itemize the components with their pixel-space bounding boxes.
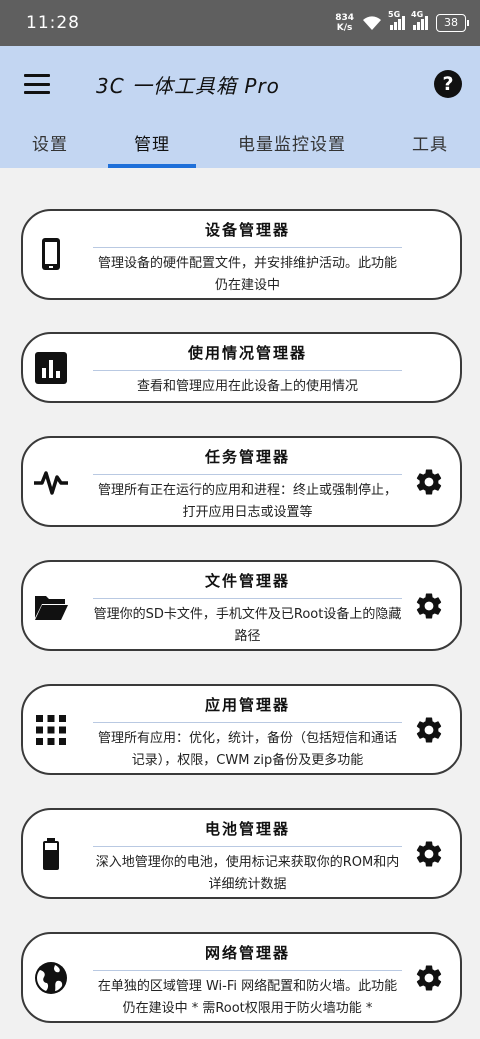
card-title: 网络管理器 (204, 944, 290, 962)
card-title: 任务管理器 (204, 448, 290, 466)
menu-icon[interactable] (24, 74, 50, 94)
card-title: 应用管理器 (204, 696, 290, 714)
card-divider (93, 474, 402, 475)
network-speed-value: 834 (335, 13, 354, 23)
card-title: 设备管理器 (204, 221, 290, 239)
tab-tools[interactable]: 工具 (396, 122, 464, 168)
tab-bar: 设置 管理 电量监控设置 工具 (0, 122, 480, 168)
phone-icon (33, 236, 69, 272)
tab-settings-label: 设置 (32, 135, 68, 155)
globe-icon (33, 960, 69, 996)
wifi-icon (363, 16, 381, 30)
card-divider (93, 247, 402, 248)
card-network-manager[interactable]: 网络管理器 在单独的区域管理 Wi-Fi 网络配置和防火墙。此功能仍在建设中 *… (21, 932, 462, 1023)
activity-pulse-icon (33, 464, 69, 500)
status-time: 11:28 (26, 13, 80, 33)
battery-icon (33, 836, 69, 872)
help-icon[interactable]: ? (434, 70, 462, 98)
card-description: 管理你的SD卡文件，手机文件及已Root设备上的隐藏路径 (93, 607, 402, 644)
card-description: 管理设备的硬件配置文件，并安排维护活动。此功能仍在建设中 (97, 256, 397, 293)
gear-icon[interactable] (414, 591, 444, 621)
card-title: 使用情况管理器 (187, 344, 307, 362)
tab-manage[interactable]: 管理 (108, 122, 196, 168)
sim2-label: 4G (411, 10, 424, 19)
card-device-manager[interactable]: 设备管理器 管理设备的硬件配置文件，并安排维护活动。此功能仍在建设中 (21, 209, 462, 300)
tab-active-indicator (108, 164, 196, 168)
gear-icon[interactable] (414, 963, 444, 993)
card-divider (93, 722, 402, 723)
tab-tools-label: 工具 (412, 135, 448, 155)
card-file-manager[interactable]: 文件管理器 管理你的SD卡文件，手机文件及已Root设备上的隐藏路径 (21, 560, 462, 651)
signal-sim1-icon: 5G (388, 10, 405, 30)
card-divider (93, 846, 402, 847)
tab-battery-monitor-settings[interactable]: 电量监控设置 (222, 122, 362, 168)
card-title: 电池管理器 (204, 820, 290, 838)
card-app-manager[interactable]: 应用管理器 管理所有应用：优化，统计，备份（包括短信和通话记录），权限，CWM … (21, 684, 462, 775)
battery-level: 38 (444, 16, 458, 29)
tab-manage-label: 管理 (134, 135, 170, 155)
card-description: 管理所有正在运行的应用和进程：终止或强制停止，打开应用日志或设置等 (97, 483, 397, 520)
card-divider (93, 598, 402, 599)
app-bar: 3C 一体工具箱 Pro ? (0, 46, 480, 122)
card-battery-manager[interactable]: 电池管理器 深入地管理你的电池，使用标记来获取你的ROM和内详细统计数据 (21, 808, 462, 899)
network-speed: 834 K/s (335, 13, 354, 33)
tab-battery-monitor-settings-label: 电量监控设置 (238, 135, 346, 155)
sim1-label: 5G (388, 10, 401, 19)
card-description: 管理所有应用：优化，统计，备份（包括短信和通话记录），权限，CWM zip备份及… (97, 731, 397, 768)
card-usage-manager[interactable]: 使用情况管理器 查看和管理应用在此设备上的使用情况 (21, 332, 462, 403)
card-divider (93, 370, 402, 371)
card-divider (93, 970, 402, 971)
app-title: 3C 一体工具箱 Pro (96, 73, 280, 98)
status-bar: 11:28 834 K/s 5G 4G 38 (0, 0, 480, 46)
gear-icon[interactable] (414, 839, 444, 869)
card-description: 在单独的区域管理 Wi-Fi 网络配置和防火墙。此功能仍在建设中 * 需Root… (97, 979, 398, 1016)
gear-icon[interactable] (414, 715, 444, 745)
apps-grid-icon (33, 712, 69, 748)
battery-indicator: 38 (436, 14, 469, 32)
card-title: 文件管理器 (204, 572, 290, 590)
status-indicators: 834 K/s 5G 4G 38 (335, 10, 469, 33)
network-speed-unit: K/s (336, 23, 353, 33)
signal-sim2-icon: 4G (411, 10, 428, 30)
card-task-manager[interactable]: 任务管理器 管理所有正在运行的应用和进程：终止或强制停止，打开应用日志或设置等 (21, 436, 462, 527)
card-description: 深入地管理你的电池，使用标记来获取你的ROM和内详细统计数据 (95, 855, 400, 892)
tab-settings[interactable]: 设置 (14, 122, 86, 168)
gear-icon[interactable] (414, 467, 444, 497)
folder-open-icon (33, 588, 69, 624)
bar-chart-icon (33, 350, 69, 386)
card-description: 查看和管理应用在此设备上的使用情况 (136, 379, 358, 394)
